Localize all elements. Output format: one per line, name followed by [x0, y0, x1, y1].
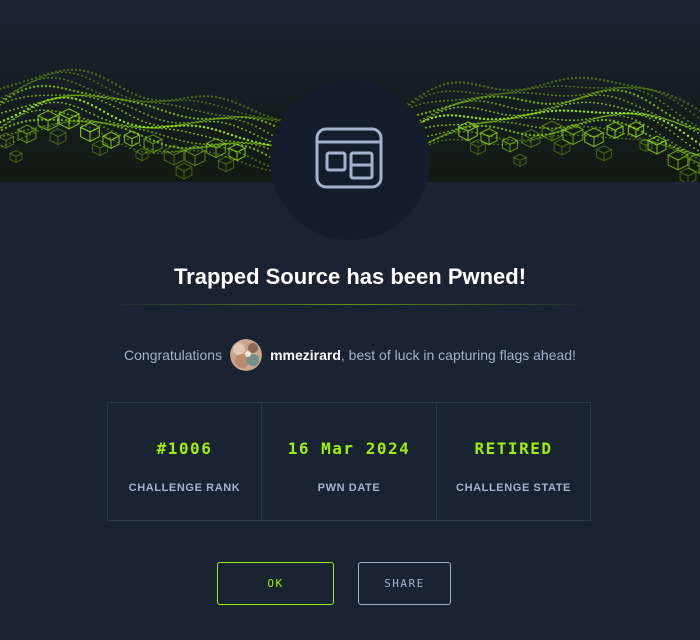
ok-button[interactable]: OK	[217, 562, 334, 605]
stat-challenge-rank: #1006 CHALLENGE RANK	[108, 403, 261, 520]
share-button[interactable]: SHARE	[358, 562, 451, 605]
challenge-state-value: RETIRED	[474, 439, 553, 458]
title-divider	[110, 304, 590, 305]
stat-challenge-state: RETIRED CHALLENGE STATE	[436, 403, 590, 520]
congrats-tail: , best of luck in capturing flags ahead!	[340, 347, 576, 363]
challenge-rank-value: #1006	[156, 439, 213, 458]
congrats-lead: Congratulations	[124, 347, 223, 363]
pwned-modal: Trapped Source has been Pwned! Congratul…	[0, 0, 700, 640]
challenge-logo	[270, 80, 430, 240]
user-avatar	[230, 339, 263, 371]
username[interactable]: mmezirard	[270, 347, 341, 363]
congrats-message: Congratulations mmezirard , best of luck…	[0, 338, 700, 372]
pwned-title: Trapped Source has been Pwned!	[173, 264, 527, 289]
challenge-rank-label: CHALLENGE RANK	[128, 482, 241, 494]
stat-pwn-date: 16 Mar 2024 PWN DATE	[261, 403, 436, 520]
pwn-date-value: 16 Mar 2024	[287, 439, 411, 458]
pwn-date-label: PWN DATE	[317, 482, 381, 494]
challenge-state-label: CHALLENGE STATE	[456, 482, 571, 494]
stats-panel: #1006 CHALLENGE RANK 16 Mar 2024 PWN DAT…	[107, 402, 591, 521]
browser-window-icon	[315, 127, 383, 189]
